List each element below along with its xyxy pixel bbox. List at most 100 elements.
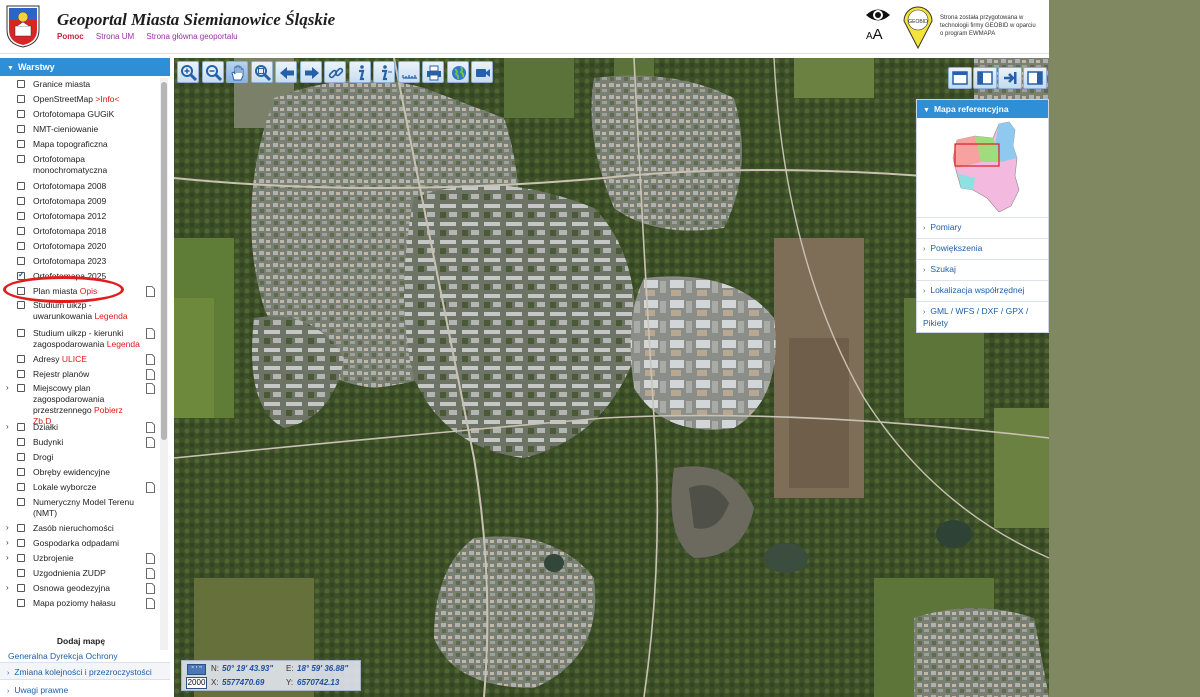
layer-checkbox[interactable] — [17, 453, 25, 461]
layer-checkbox[interactable] — [17, 355, 25, 363]
layer-name: Gospodarka odpadami — [33, 538, 120, 548]
layer-checkbox[interactable] — [17, 125, 25, 133]
n-value: 50° 19' 43.93" — [222, 664, 274, 673]
layer-checkbox[interactable] — [17, 370, 25, 378]
layer-checkbox[interactable] — [17, 539, 25, 547]
camera-button[interactable] — [471, 61, 493, 83]
tool-item-search[interactable]: › Szukaj — [917, 260, 1048, 281]
help-link[interactable]: Pomoc — [57, 32, 84, 41]
layer-checkbox[interactable] — [17, 95, 25, 103]
document-icon[interactable] — [146, 286, 155, 297]
layer-checkbox[interactable] — [17, 498, 25, 506]
reference-map[interactable] — [917, 118, 1048, 218]
layer-name: Adresy — [33, 354, 60, 364]
layer-checkbox[interactable] — [17, 468, 25, 476]
layout-left-button[interactable] — [973, 67, 997, 89]
expand-chevron-icon[interactable]: › — [6, 523, 9, 532]
link-button[interactable] — [324, 61, 346, 83]
layer-label: Adresy ULICE — [33, 354, 143, 365]
layer-checkbox[interactable] — [17, 569, 25, 577]
text-size-icon[interactable]: AA — [866, 26, 883, 43]
layer-checkbox[interactable] — [17, 155, 25, 163]
layout-full-button[interactable] — [948, 67, 972, 89]
print-button[interactable] — [422, 61, 444, 83]
geobid-logo[interactable]: GEOBID — [902, 5, 934, 49]
layout-right-button[interactable] — [1023, 67, 1047, 89]
layer-checkbox[interactable] — [17, 423, 25, 431]
expand-chevron-icon[interactable]: › — [6, 583, 9, 592]
layer-checkbox[interactable] — [17, 301, 25, 309]
scrollbar-thumb[interactable] — [161, 82, 167, 440]
layer-checkbox[interactable] — [17, 242, 25, 250]
document-icon[interactable] — [146, 568, 155, 579]
zoom-extent-button[interactable] — [250, 61, 273, 83]
document-icon[interactable] — [146, 422, 155, 433]
layer-checkbox[interactable] — [17, 384, 25, 392]
document-icon[interactable] — [146, 583, 155, 594]
document-icon[interactable] — [146, 482, 155, 493]
zoom-in-button[interactable] — [177, 61, 199, 83]
geoportal-home-link[interactable]: Strona główna geoportalu — [146, 32, 237, 41]
layer-checkbox[interactable] — [17, 80, 25, 88]
info-icon — [358, 65, 364, 81]
layer-checkbox[interactable] — [17, 329, 25, 337]
expand-chevron-icon[interactable]: › — [6, 383, 9, 392]
city-hall-link[interactable]: Strona UM — [96, 32, 134, 41]
layer-checkbox[interactable] — [17, 257, 25, 265]
info-query-button[interactable] — [373, 61, 395, 83]
layer-checkbox[interactable] — [17, 197, 25, 205]
document-icon[interactable] — [146, 383, 155, 394]
layer-extra-link[interactable]: Legenda — [107, 339, 140, 349]
expand-chevron-icon[interactable]: › — [6, 538, 9, 547]
document-icon[interactable] — [146, 598, 155, 609]
layers-panel-header[interactable]: ▼ Warstwy — [0, 58, 170, 76]
info-button[interactable] — [348, 61, 371, 83]
document-icon[interactable] — [146, 553, 155, 564]
tool-item-export-formats[interactable]: › GML / WFS / DXF / GPX / Pikiety — [917, 302, 1048, 332]
eye-icon[interactable] — [865, 6, 891, 24]
layer-checkbox[interactable] — [17, 182, 25, 190]
forward-button[interactable] — [299, 61, 322, 83]
export-button[interactable] — [998, 67, 1022, 89]
back-button[interactable] — [275, 61, 297, 83]
measure-button[interactable] — [397, 61, 420, 83]
tool-item-coordinate-location[interactable]: › Lokalizacja współrzędnej — [917, 281, 1048, 302]
layer-checkbox[interactable] — [17, 438, 25, 446]
expand-chevron-icon[interactable]: › — [6, 553, 9, 562]
legal-remarks-link[interactable]: › Uwagi prawne — [0, 682, 170, 697]
layer-label: Ortofotomapa 2020 — [33, 241, 143, 252]
coordinate-format-button[interactable]: ° ' " — [187, 664, 206, 675]
layer-label: Ortofotomapa 2018 — [33, 226, 143, 237]
tool-item-zooms[interactable]: › Powiększenia — [917, 239, 1048, 260]
layer-checkbox[interactable] — [17, 554, 25, 562]
expand-chevron-icon[interactable]: › — [6, 422, 9, 431]
reference-map-image[interactable] — [917, 118, 1048, 218]
layer-checkbox[interactable] — [17, 212, 25, 220]
layer-extra-link[interactable]: ULICE — [62, 354, 87, 364]
layer-label: Numeryczny Model Terenu (NMT) — [33, 497, 143, 519]
layer-order-link[interactable]: › Zmiana kolejności i przezroczystości — [0, 662, 170, 680]
document-icon[interactable] — [146, 328, 155, 339]
city-crest-logo[interactable] — [5, 4, 41, 48]
document-icon[interactable] — [146, 437, 155, 448]
layer-checkbox[interactable] — [17, 584, 25, 592]
tool-item-measurements[interactable]: › Pomiary — [917, 218, 1048, 239]
n-label: N: — [211, 664, 219, 673]
document-icon[interactable] — [146, 369, 155, 380]
gdos-map-link[interactable]: Generalna Dyrekcja Ochrony — [8, 651, 158, 661]
zoom-out-button[interactable] — [201, 61, 224, 83]
layer-extra-link[interactable]: Legenda — [94, 311, 127, 321]
layer-checkbox[interactable] — [17, 599, 25, 607]
document-icon[interactable] — [146, 354, 155, 365]
layer-checkbox[interactable] — [17, 110, 25, 118]
layer-checkbox[interactable] — [17, 524, 25, 532]
layer-checkbox[interactable] — [17, 227, 25, 235]
reference-map-header[interactable]: ▼ Mapa referencyjna — [917, 100, 1048, 118]
coordinate-system-year[interactable]: 2000 — [186, 677, 207, 689]
layer-checkbox[interactable] — [17, 483, 25, 491]
globe-button[interactable] — [446, 61, 469, 83]
pan-button[interactable] — [226, 61, 248, 83]
layers-panel-title: Warstwy — [17, 62, 55, 72]
layer-extra-link[interactable]: >Info< — [95, 94, 119, 104]
layer-checkbox[interactable] — [17, 140, 25, 148]
